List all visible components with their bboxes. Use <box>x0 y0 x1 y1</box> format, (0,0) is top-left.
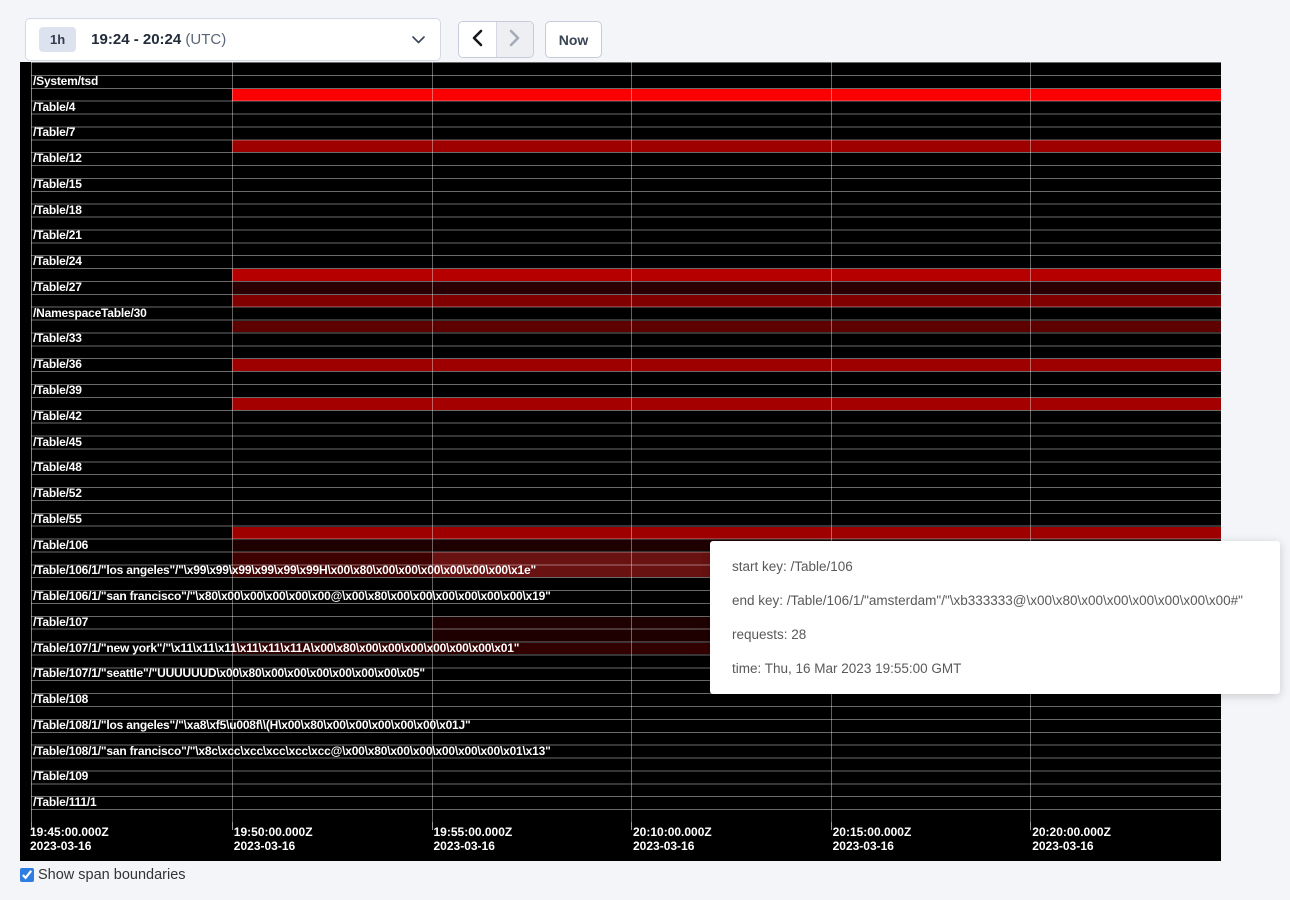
heat-band <box>232 527 1221 539</box>
tooltip-start-key: start key: /Table/106 <box>732 550 1260 584</box>
x-axis-tick <box>831 822 832 830</box>
time-gridline <box>432 62 433 822</box>
x-axis-date: 2023-03-16 <box>633 839 712 853</box>
row-label: /Table/24 <box>33 255 82 268</box>
row-label: /Table/106/1/"san francisco"/"\x80\x00\x… <box>33 590 551 603</box>
time-forward-button[interactable] <box>496 22 533 57</box>
row-label: /Table/107 <box>33 616 88 629</box>
tooltip-requests: requests: 28 <box>732 618 1260 652</box>
x-axis-time: 19:55:00.000Z <box>434 825 513 839</box>
x-axis-date: 2023-03-16 <box>1032 839 1111 853</box>
row-label: /System/tsd <box>33 75 98 88</box>
time-gridline <box>1030 62 1031 822</box>
tooltip-end-key: end key: /Table/106/1/"amsterdam"/"\xb33… <box>732 584 1260 618</box>
x-axis-time: 20:10:00.000Z <box>633 825 712 839</box>
time-range-preset-badge: 1h <box>39 27 76 52</box>
row-label: /Table/15 <box>33 178 82 191</box>
heat-band <box>232 282 1221 294</box>
time-gridline <box>232 62 233 822</box>
x-axis-tick-label: 20:10:00.000Z2023-03-16 <box>633 825 712 853</box>
x-axis-tick-label: 19:50:00.000Z2023-03-16 <box>234 825 313 853</box>
x-axis-date: 2023-03-16 <box>833 839 912 853</box>
x-axis-tick <box>1030 822 1031 830</box>
x-axis-date: 2023-03-16 <box>434 839 513 853</box>
row-label: /Table/39 <box>33 384 82 397</box>
time-gridline <box>631 62 632 822</box>
row-label: /Table/27 <box>33 281 82 294</box>
x-axis-tick-label: 20:20:00.000Z2023-03-16 <box>1032 825 1111 853</box>
x-axis-tick-label: 20:15:00.000Z2023-03-16 <box>833 825 912 853</box>
time-back-button[interactable] <box>459 22 496 57</box>
heat-band <box>232 269 1221 281</box>
time-gridline <box>831 62 832 822</box>
row-label: /Table/108/1/"los angeles"/"\xa8\xf5\u00… <box>33 719 471 732</box>
row-label: /Table/106/1/"los angeles"/"\x99\x99\x99… <box>33 564 536 577</box>
row-label: /Table/106 <box>33 539 88 552</box>
row-label: /Table/45 <box>33 436 82 449</box>
row-label: /Table/4 <box>33 101 75 114</box>
x-axis-date: 2023-03-16 <box>234 839 313 853</box>
heatmap-plot[interactable]: /System/tsd/Table/4/Table/7/Table/12/Tab… <box>20 62 1221 822</box>
time-range-text: 19:24 - 20:24 (UTC) <box>91 31 226 48</box>
chevron-down-icon <box>412 36 425 44</box>
time-range-selector[interactable]: 1h 19:24 - 20:24 (UTC) <box>25 18 441 61</box>
heat-band <box>232 321 1221 333</box>
show-span-boundaries-checkbox[interactable] <box>20 868 34 882</box>
row-label: /Table/108/1/"san francisco"/"\x8c\xcc\x… <box>33 745 551 758</box>
x-axis-tick <box>432 822 433 830</box>
row-label: /Table/52 <box>33 487 82 500</box>
x-axis-date: 2023-03-16 <box>30 839 109 853</box>
now-button[interactable]: Now <box>545 21 602 58</box>
x-axis-time: 19:50:00.000Z <box>234 825 313 839</box>
row-label: /Table/33 <box>33 332 82 345</box>
time-range-timezone: (UTC) <box>185 31 226 48</box>
time-range-value: 19:24 - 20:24 <box>91 31 181 48</box>
row-label: /Table/109 <box>33 770 88 783</box>
time-nav-group <box>458 21 534 58</box>
row-label: /Table/107/1/"new york"/"\x11\x11\x11\x1… <box>33 642 519 655</box>
row-label: /Table/111/1 <box>33 796 96 809</box>
x-axis: 19:45:00.000Z2023-03-1619:50:00.000Z2023… <box>20 822 1221 861</box>
row-label: /Table/12 <box>33 152 82 165</box>
key-visualizer-heatmap[interactable]: /System/tsd/Table/4/Table/7/Table/12/Tab… <box>20 62 1221 861</box>
heat-band <box>232 140 1221 152</box>
y-axis-line <box>31 62 32 822</box>
row-label: /Table/48 <box>33 461 82 474</box>
row-label: /Table/21 <box>33 229 82 242</box>
x-axis-time: 20:15:00.000Z <box>833 825 912 839</box>
heat-band <box>232 89 1221 101</box>
row-label: /NamespaceTable/30 <box>33 307 147 320</box>
tooltip-time: time: Thu, 16 Mar 2023 19:55:00 GMT <box>732 652 1260 686</box>
heat-band <box>232 398 1221 410</box>
row-label: /Table/42 <box>33 410 82 423</box>
x-axis-time: 20:20:00.000Z <box>1032 825 1111 839</box>
x-axis-tick <box>631 822 632 830</box>
row-label: /Table/108 <box>33 693 88 706</box>
row-label: /Table/55 <box>33 513 82 526</box>
x-axis-tick-label: 19:45:00.000Z2023-03-16 <box>30 825 109 853</box>
key-visualizer-page: 1h 19:24 - 20:24 (UTC) Now /System/tsd/T… <box>0 0 1290 900</box>
x-axis-time: 19:45:00.000Z <box>30 825 109 839</box>
show-span-boundaries-label: Show span boundaries <box>38 867 186 883</box>
heatmap-controls: Show span boundaries <box>20 867 186 883</box>
row-label: /Table/18 <box>33 204 82 217</box>
chevron-left-icon <box>472 29 483 50</box>
x-axis-tick-label: 19:55:00.000Z2023-03-16 <box>434 825 513 853</box>
x-axis-tick <box>232 822 233 830</box>
row-label: /Table/107/1/"seattle"/"UUUUUUD\x00\x80\… <box>33 667 425 680</box>
heatmap-tooltip: start key: /Table/106 end key: /Table/10… <box>710 541 1280 694</box>
row-label: /Table/7 <box>33 126 75 139</box>
chevron-right-icon <box>509 29 520 50</box>
span-boundary-gridlines <box>31 62 1221 822</box>
heat-band <box>232 359 1221 371</box>
row-label: /Table/36 <box>33 358 82 371</box>
heat-band <box>232 295 1221 307</box>
